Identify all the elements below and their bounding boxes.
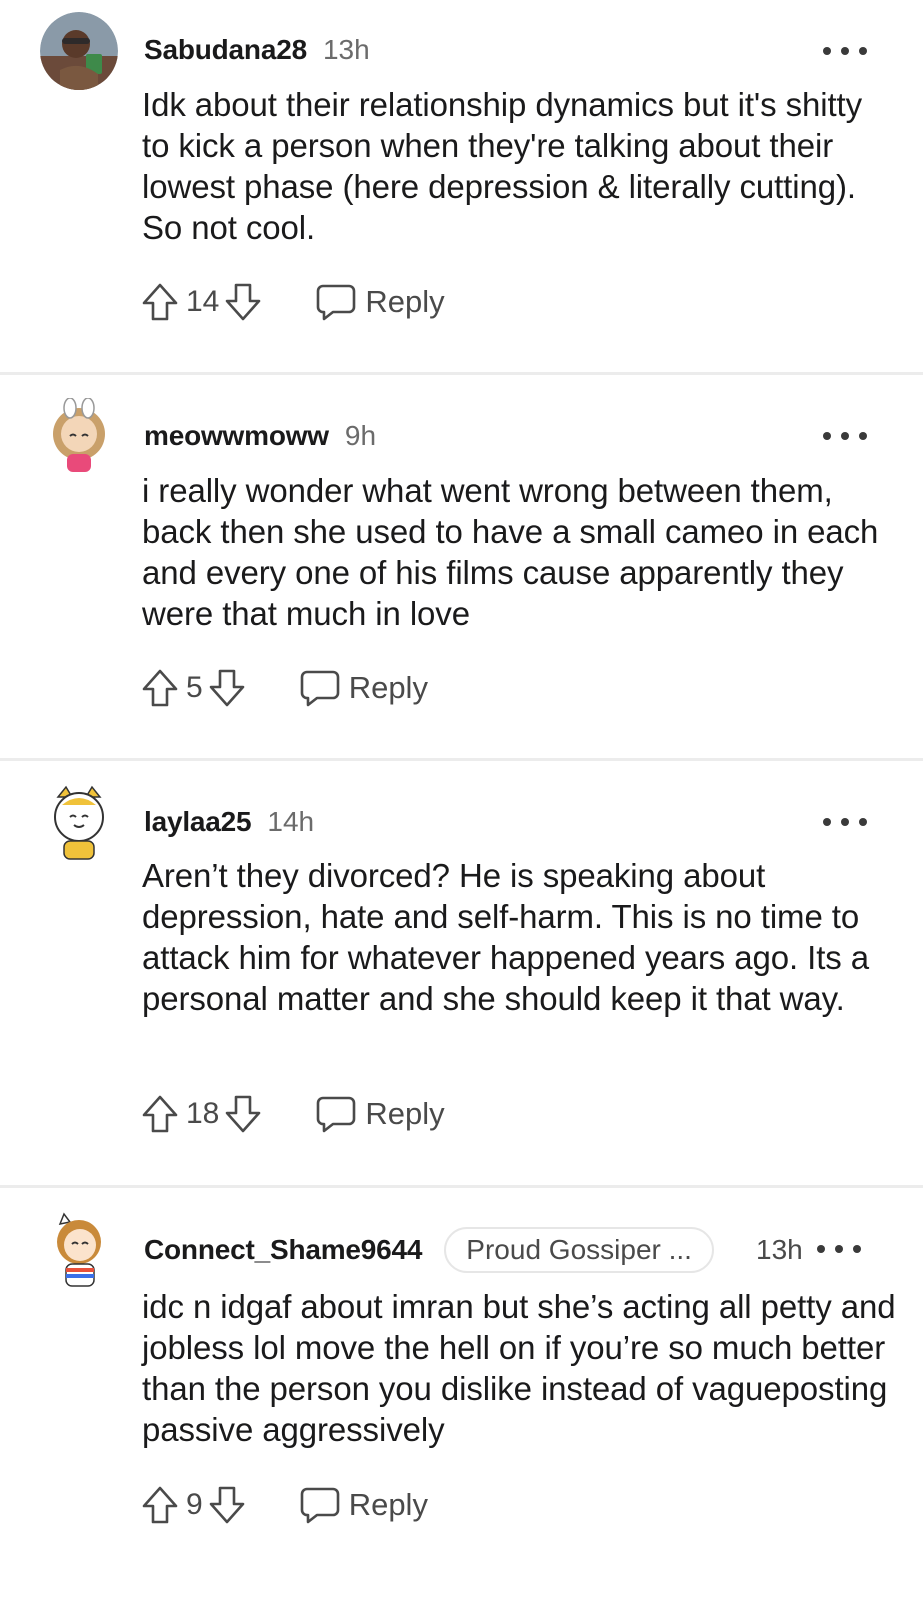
reply-label: Reply: [348, 670, 428, 705]
reply-label: Reply: [365, 284, 445, 319]
comment-meta: Connect_Shame9644 Proud Gossiper ...: [144, 1227, 714, 1273]
comment-body: i really wonder what went wrong between …: [142, 472, 879, 632]
upvote-icon[interactable]: [140, 1483, 180, 1527]
reply-label: Reply: [365, 1096, 445, 1131]
username[interactable]: laylaa25: [144, 806, 252, 838]
divider: [0, 372, 923, 375]
user-flair-badge[interactable]: Proud Gossiper ...: [444, 1227, 714, 1273]
upvote-icon[interactable]: [140, 666, 180, 710]
reply-button[interactable]: Reply: [299, 1485, 428, 1525]
downvote-icon[interactable]: [207, 1483, 247, 1527]
comment-meta: meowwmoww 9h: [144, 416, 376, 456]
vote-score: 14: [186, 285, 220, 318]
comment-actions: 14 Reply: [140, 278, 445, 326]
speech-bubble-icon: [317, 1096, 356, 1133]
more-options-icon[interactable]: [823, 807, 867, 837]
upvote-icon[interactable]: [140, 280, 180, 324]
avatar[interactable]: [40, 398, 118, 476]
vote-score: 9: [186, 1488, 203, 1521]
timestamp: 13h: [756, 1234, 803, 1265]
vote-score: 18: [186, 1097, 220, 1130]
comment-meta: Sabudana28 13h: [144, 30, 370, 70]
divider: [0, 1185, 923, 1188]
comment-meta: laylaa25 14h: [144, 802, 314, 842]
timestamp: 13h: [322, 34, 370, 65]
upvote-icon[interactable]: [140, 1092, 180, 1136]
more-options-icon[interactable]: [823, 421, 867, 451]
username[interactable]: Connect_Shame9644: [144, 1234, 422, 1266]
timestamp: 14h: [267, 806, 315, 837]
downvote-icon[interactable]: [207, 666, 247, 710]
comment-body: idc n idgaf about imran but she’s acting…: [142, 1288, 896, 1448]
username[interactable]: meowwmoww: [144, 420, 329, 452]
reply-button[interactable]: Reply: [315, 282, 445, 322]
avatar[interactable]: [40, 12, 118, 90]
username[interactable]: Sabudana28: [144, 34, 307, 66]
timestamp: 9h: [344, 420, 377, 451]
more-options-icon[interactable]: [823, 36, 867, 66]
comment-actions: 18 Reply: [140, 1090, 445, 1138]
avatar[interactable]: [40, 783, 118, 861]
more-options-icon[interactable]: [817, 1234, 861, 1264]
reply-button[interactable]: Reply: [299, 668, 428, 708]
speech-bubble-icon: [317, 284, 356, 321]
comment-body: Aren’t they divorced? He is speaking abo…: [142, 857, 870, 1017]
comment-feed: Sabudana28 13h Idk about their relations…: [0, 0, 923, 1600]
reply-button[interactable]: Reply: [315, 1094, 445, 1134]
comment-actions: 9 Reply: [140, 1481, 428, 1529]
speech-bubble-icon: [300, 1487, 339, 1524]
downvote-icon[interactable]: [223, 1092, 263, 1136]
downvote-icon[interactable]: [223, 280, 263, 324]
divider: [0, 758, 923, 761]
speech-bubble-icon: [300, 670, 339, 707]
comment-actions: 5 Reply: [140, 664, 428, 712]
avatar[interactable]: [40, 1210, 118, 1288]
comment-body: Idk about their relationship dynamics bu…: [142, 86, 863, 246]
vote-score: 5: [186, 671, 203, 704]
reply-label: Reply: [348, 1487, 428, 1522]
